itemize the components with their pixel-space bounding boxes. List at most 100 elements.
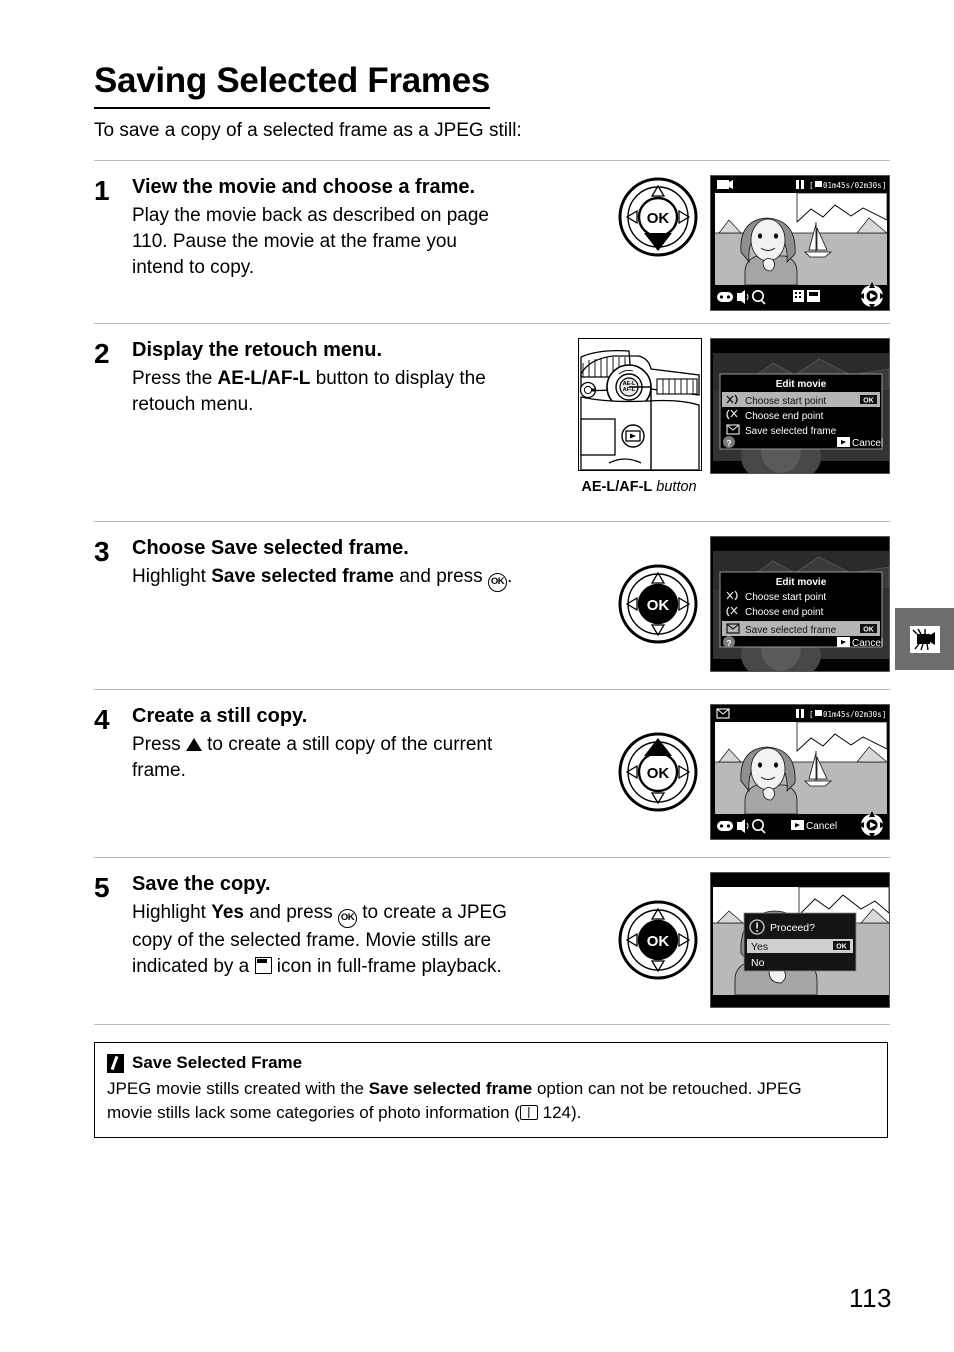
step-heading: Display the retouch menu. <box>132 339 383 361</box>
lcd-edit-movie-menu-3: Edit movie Choose start point Choose end… <box>710 536 890 672</box>
note-line-1-suffix: option can not be retouched. JPEG <box>532 1079 802 1098</box>
svg-text:01m45s/02m30s: 01m45s/02m30s <box>823 181 882 190</box>
section-tab-movie <box>895 608 954 670</box>
step-body-mid: and press <box>243 902 338 923</box>
bottom-bar: Cancel <box>711 811 889 839</box>
step-body-line-2: frame. <box>132 760 186 782</box>
page-title-wrap: Saving Selected Frames <box>94 61 884 109</box>
step-body-line-3-prefix: indicated by a <box>132 956 255 978</box>
step-2: 2 Display the retouch menu. Press the AE… <box>94 323 890 521</box>
step-5: 5 Save the copy. Highlight Yes and press… <box>94 857 890 1025</box>
page-title: Saving Selected Frames <box>94 61 490 109</box>
step-body: Highlight Save selected frame and press … <box>132 564 562 592</box>
picture-area <box>715 721 888 815</box>
movie-still-icon <box>254 957 272 975</box>
svg-text:?: ? <box>726 638 731 648</box>
intro-text: To save a copy of a selected frame as a … <box>94 120 522 141</box>
yes-label: Yes <box>211 902 244 923</box>
step-media: OK <box>616 175 890 311</box>
step-heading-bold: Save selected frame <box>210 537 404 559</box>
svg-text:[: [ <box>809 181 814 190</box>
step-3: 3 Choose Save selected frame. Highlight … <box>94 521 890 689</box>
note-body: JPEG movie stills created with the Save … <box>107 1077 875 1125</box>
step-body-prefix: Highlight <box>132 566 212 587</box>
playback-button-icon <box>837 637 850 647</box>
bottom-bar <box>711 282 889 310</box>
step-number: 5 <box>94 872 110 903</box>
step-4: 4 Create a still copy. Press to create a… <box>94 689 890 857</box>
lcd-movie-playback-1: [ 01m45s/02m30s ] <box>710 175 890 311</box>
option-label: No <box>751 957 765 969</box>
step-body-end: . <box>506 566 513 587</box>
note-line-1-prefix: JPEG movie stills created with the <box>107 1079 369 1098</box>
step-media: OK <box>616 536 890 672</box>
proceed-dialog-panel: Proceed? Yes OK No <box>743 912 857 972</box>
step-number: 4 <box>94 704 110 735</box>
step-number: 2 <box>94 338 110 369</box>
note-bold-term: Save selected frame <box>368 1079 533 1098</box>
svg-text:[: [ <box>809 710 814 719</box>
ae-l-af-l-label: AE-L/AF-L <box>217 368 311 389</box>
svg-text:OK: OK <box>647 765 670 782</box>
save-selected-frame-label: Save selected frame <box>211 566 394 587</box>
playback-button-icon <box>791 820 804 830</box>
up-arrow-icon <box>185 738 202 751</box>
step-body-prefix: Press the <box>132 368 218 389</box>
book-reference-icon <box>519 1105 538 1121</box>
multi-selector-ok: OK <box>616 562 700 646</box>
step-media: OK <box>616 872 890 1008</box>
step-body-line-2: retouch menu. <box>132 394 254 416</box>
note-line-2-page: 124). <box>537 1103 582 1123</box>
picture-area <box>715 192 888 286</box>
step-body-line-3-suffix: icon in full-frame playback. <box>271 956 502 978</box>
menu-title: Edit movie <box>776 379 827 390</box>
menu-item-label: Save selected frame <box>745 426 837 437</box>
multi-selector-down: OK <box>616 175 700 259</box>
menu-item-label: Choose start point <box>745 592 826 603</box>
pencil-icon <box>107 1053 124 1073</box>
svg-text:OK: OK <box>863 627 874 634</box>
svg-text:OK: OK <box>647 597 670 614</box>
svg-text:]: ] <box>882 710 887 719</box>
step-heading: Save the copy. <box>132 873 271 895</box>
step-content: Display the retouch menu. Press the AE-L… <box>132 338 570 418</box>
step-body-line-1: Play the movie back as described on page <box>132 205 489 226</box>
step-heading-prefix: Choose <box>132 537 211 559</box>
step-body-line-2: copy of the selected frame. Movie stills… <box>132 930 492 951</box>
menu-title: Edit movie <box>776 577 827 588</box>
multi-selector-ok: OK <box>616 898 700 982</box>
step-body: Play the movie back as described on page… <box>132 203 562 282</box>
edit-movie-panel: Edit movie Choose start point Choose end… <box>719 571 883 649</box>
dialog-title: Proceed? <box>770 922 815 934</box>
menu-item-label: Choose end point <box>745 607 824 618</box>
menu-item-label: Choose end point <box>745 411 824 422</box>
steps-list: 1 View the movie and choose a frame. Pla… <box>94 160 890 1025</box>
step-heading: View the movie and choose a frame. <box>132 176 476 198</box>
note-box: Save Selected Frame JPEG movie stills cr… <box>94 1042 888 1139</box>
lcd-proceed-dialog: Proceed? Yes OK No <box>710 872 890 1008</box>
svg-text:?: ? <box>726 438 731 448</box>
note-heading: Save Selected Frame <box>107 1053 875 1073</box>
step-content: Create a still copy. Press to create a s… <box>132 704 570 784</box>
step-media: AE-L AF-L AE-L/AF-L button Edit movie Ch… <box>578 338 890 496</box>
option-label: Yes <box>751 941 768 953</box>
person-figure <box>740 217 798 286</box>
cancel-label: Cancel <box>852 438 883 449</box>
svg-text:OK: OK <box>647 933 670 950</box>
page-number: 113 <box>849 1283 892 1313</box>
svg-text:OK: OK <box>836 944 847 951</box>
edit-movie-panel: Edit movie Choose start point OK Choose … <box>719 373 883 450</box>
step-number: 1 <box>94 175 110 206</box>
camera-caption: AE-L/AF-L button <box>578 479 700 496</box>
step-1: 1 View the movie and choose a frame. Pla… <box>94 160 890 323</box>
step-heading: Create a still copy. <box>132 705 308 727</box>
step-body: Press the AE-L/AF-L button to display th… <box>132 366 562 418</box>
svg-text:01m45s/02m30s: 01m45s/02m30s <box>823 710 882 719</box>
step-body-mid: and press <box>393 566 488 587</box>
step-body-line-3: intend to copy. <box>132 257 255 279</box>
step-body-suffix: to create a still copy of the current <box>201 734 493 755</box>
camera-illustration: AE-L AF-L <box>578 338 702 471</box>
ok-button-icon: OK <box>337 909 357 928</box>
step-heading-suffix: . <box>403 537 409 559</box>
movie-camera-icon <box>909 625 940 653</box>
